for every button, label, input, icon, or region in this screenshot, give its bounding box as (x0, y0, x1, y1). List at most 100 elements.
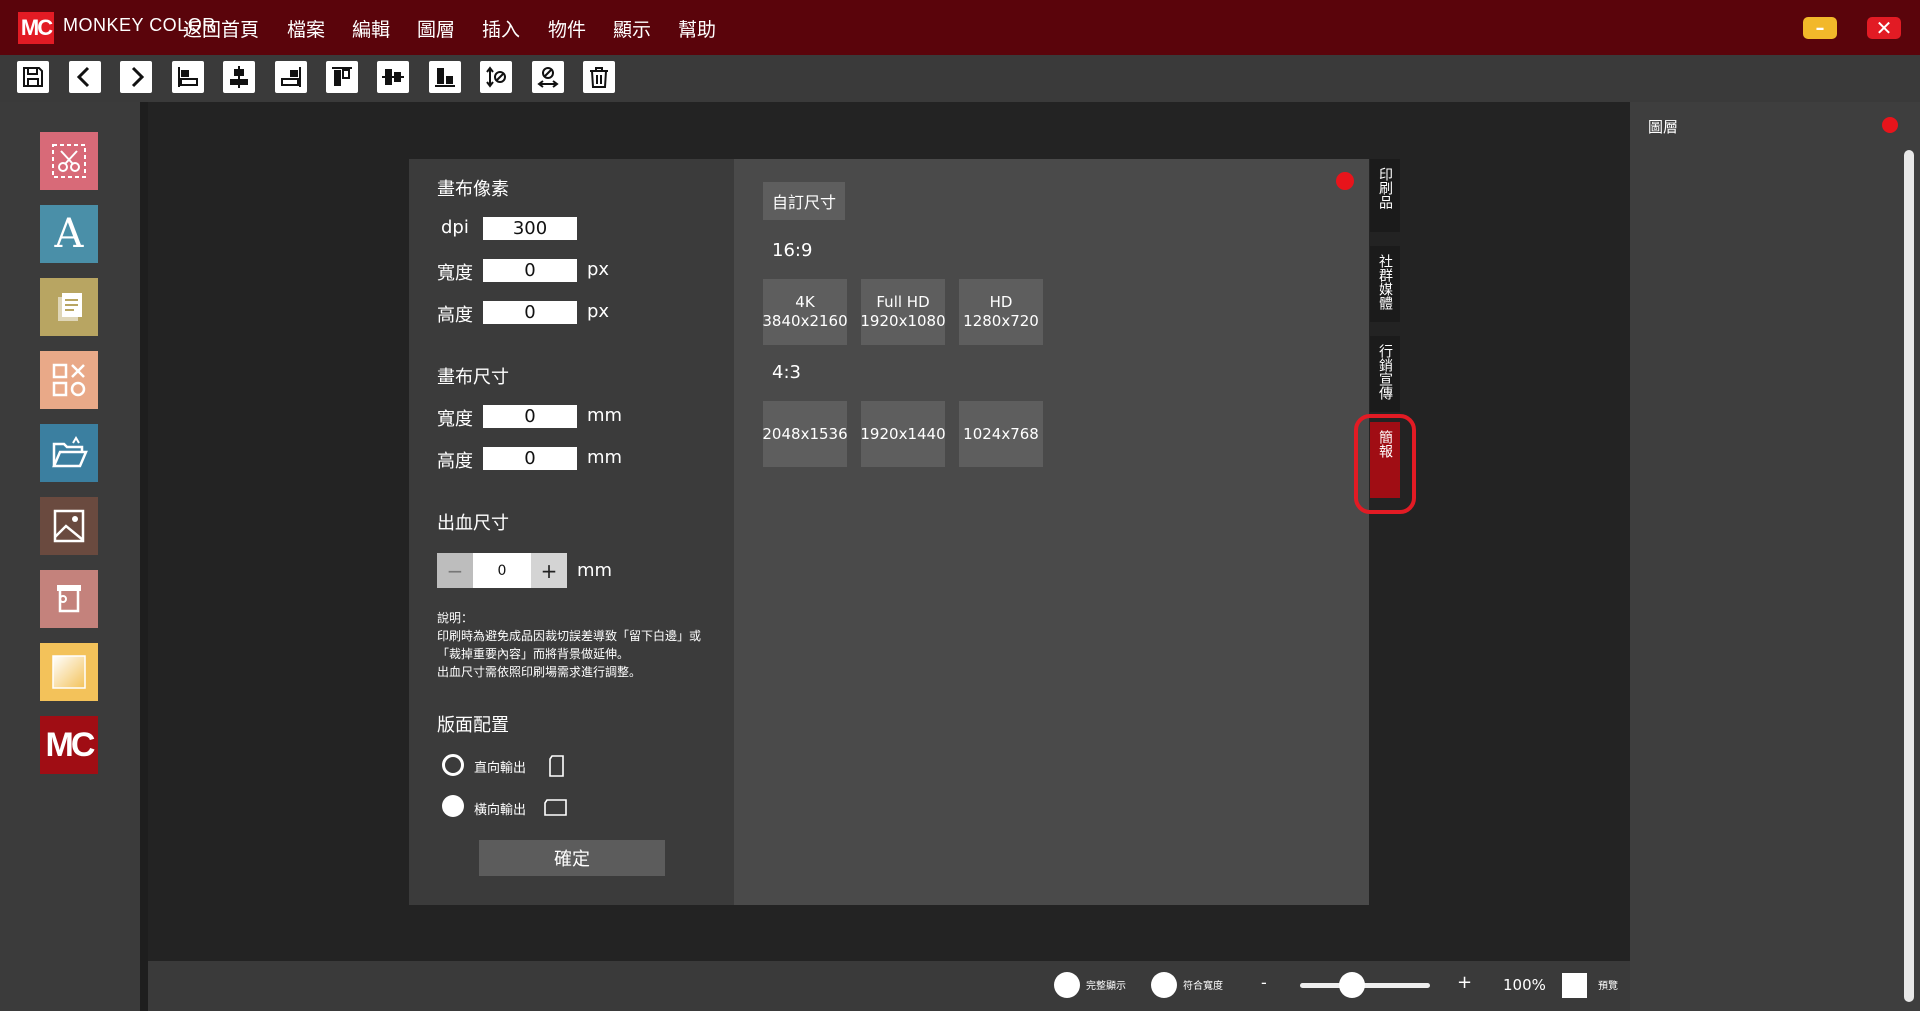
undo-button[interactable] (69, 61, 101, 93)
px-width-unit: px (587, 259, 610, 280)
minimize-button[interactable]: – (1803, 17, 1837, 39)
menu-insert[interactable]: 插入 (482, 15, 520, 42)
mm-width-input[interactable]: 0 (483, 405, 577, 428)
text-a-icon: A (54, 211, 84, 257)
portrait-radio[interactable] (442, 754, 464, 776)
layers-scrollbar[interactable] (1904, 150, 1914, 1002)
align-center-icon (230, 66, 248, 88)
flip-vertical-button[interactable] (480, 61, 512, 93)
preset-size: 1920x1080 (860, 312, 946, 330)
text-tool[interactable]: A (40, 205, 98, 263)
pixel-section-title: 畫布像素 (437, 179, 509, 200)
menu-view[interactable]: 顯示 (613, 15, 651, 42)
bleed-plus-button[interactable]: + (531, 553, 567, 588)
preview-label: 預覽 (1598, 981, 1618, 992)
px-height-unit: px (587, 301, 610, 322)
px-height-label: 高度 (437, 305, 473, 326)
align-bottom-button[interactable] (429, 61, 461, 93)
align-right-button[interactable] (275, 61, 307, 93)
delete-button[interactable] (583, 61, 615, 93)
shapes-tool[interactable] (40, 351, 98, 409)
template-icon (57, 585, 81, 613)
mm-height-label: 高度 (437, 451, 473, 472)
flip-horizontal-icon (537, 67, 559, 88)
cutout-tool[interactable] (40, 132, 98, 190)
redo-icon (131, 66, 145, 88)
custom-size-button[interactable]: 自訂尺寸 (763, 182, 845, 220)
portrait-page-icon (549, 755, 564, 777)
tab-marketing[interactable]: 行銷宣傳 (1370, 336, 1400, 412)
preset-1024x768[interactable]: 1024x768 (959, 401, 1043, 467)
dialog-close-dot[interactable] (1336, 172, 1354, 190)
open-folder-tool[interactable] (40, 424, 98, 482)
preset-full-hd[interactable]: Full HD 1920x1080 (860, 279, 946, 345)
px-width-input[interactable]: 0 (483, 259, 577, 282)
align-center-button[interactable] (223, 61, 255, 93)
mc-logo-tool[interactable]: MC (40, 716, 98, 774)
bleed-minus-button[interactable]: − (437, 553, 473, 588)
preview-checkbox[interactable] (1562, 973, 1587, 998)
zoom-slider-handle[interactable] (1339, 972, 1365, 998)
align-middle-button[interactable] (377, 61, 409, 93)
bleed-section-title: 出血尺寸 (437, 513, 509, 534)
save-icon (23, 67, 43, 87)
clipboard-icon (58, 293, 82, 321)
landscape-radio[interactable] (442, 795, 464, 817)
px-width-label: 寬度 (437, 263, 473, 284)
tab-social-media[interactable]: 社群媒體 (1370, 246, 1400, 322)
px-height-input[interactable]: 0 (483, 301, 577, 324)
fit-width-radio[interactable] (1151, 972, 1177, 998)
preset-1920x1440[interactable]: 1920x1440 (860, 401, 946, 467)
flip-vertical-icon (486, 66, 506, 88)
tab-label: 印刷品 (1377, 167, 1393, 209)
menu-object[interactable]: 物件 (548, 15, 586, 42)
flip-horizontal-button[interactable] (532, 61, 564, 93)
menu-file[interactable]: 檔案 (287, 15, 325, 42)
preset-panel: 自訂尺寸 16:9 4K 3840x2160 Full HD 1920x1080… (734, 159, 1369, 905)
mm-width-unit: mm (587, 405, 623, 426)
save-button[interactable] (17, 61, 49, 93)
menu-help[interactable]: 幫助 (678, 15, 716, 42)
clipboard-tool[interactable] (40, 278, 98, 336)
align-left-icon (178, 67, 198, 87)
menu-home[interactable]: 返回首頁 (183, 15, 259, 42)
ratio-16-9-label: 16:9 (772, 240, 813, 261)
mm-height-unit: mm (587, 447, 623, 468)
menu-layer[interactable]: 圖層 (417, 15, 455, 42)
redo-button[interactable] (120, 61, 152, 93)
preset-hd[interactable]: HD 1280x720 (959, 279, 1043, 345)
align-right-icon (281, 67, 301, 87)
preset-size: 1920x1440 (860, 424, 946, 443)
open-folder-icon (52, 436, 88, 468)
fit-all-label: 完整顯示 (1086, 981, 1126, 992)
preset-2048x1536[interactable]: 2048x1536 (762, 401, 848, 467)
app-logo[interactable]: MC (18, 12, 54, 44)
bleed-unit: mm (577, 560, 613, 581)
mm-height-input[interactable]: 0 (483, 447, 577, 470)
close-window-button[interactable]: ✕ (1867, 16, 1901, 40)
fit-width-label: 符合寬度 (1183, 981, 1223, 992)
bleed-value-input[interactable]: 0 (473, 553, 531, 588)
align-bottom-icon (435, 68, 455, 87)
zoom-in-button[interactable]: + (1457, 972, 1472, 993)
zoom-out-button[interactable]: - (1261, 973, 1267, 992)
image-tool[interactable] (40, 497, 98, 555)
align-top-button[interactable] (326, 61, 358, 93)
align-middle-icon (382, 69, 404, 85)
template-tool[interactable] (40, 570, 98, 628)
gradient-icon (52, 655, 86, 689)
layers-panel: 圖層 (1630, 102, 1920, 1011)
layers-close-dot[interactable] (1882, 117, 1898, 133)
gradient-tool[interactable] (40, 643, 98, 701)
menu-edit[interactable]: 編輯 (352, 15, 390, 42)
confirm-button[interactable]: 確定 (479, 840, 665, 876)
align-left-button[interactable] (172, 61, 204, 93)
fit-all-radio[interactable] (1054, 972, 1080, 998)
canvas-settings-panel: 畫布像素 dpi 300 寬度 0 px 高度 0 px 畫布尺寸 寬度 0 m… (409, 159, 734, 905)
dpi-input[interactable]: 300 (483, 217, 577, 240)
tab-print[interactable]: 印刷品 (1370, 159, 1400, 232)
preset-4k[interactable]: 4K 3840x2160 (762, 279, 848, 345)
left-sidebar: A MC (0, 102, 140, 1011)
preset-name: 4K (795, 293, 815, 311)
zoom-slider[interactable] (1300, 983, 1430, 988)
